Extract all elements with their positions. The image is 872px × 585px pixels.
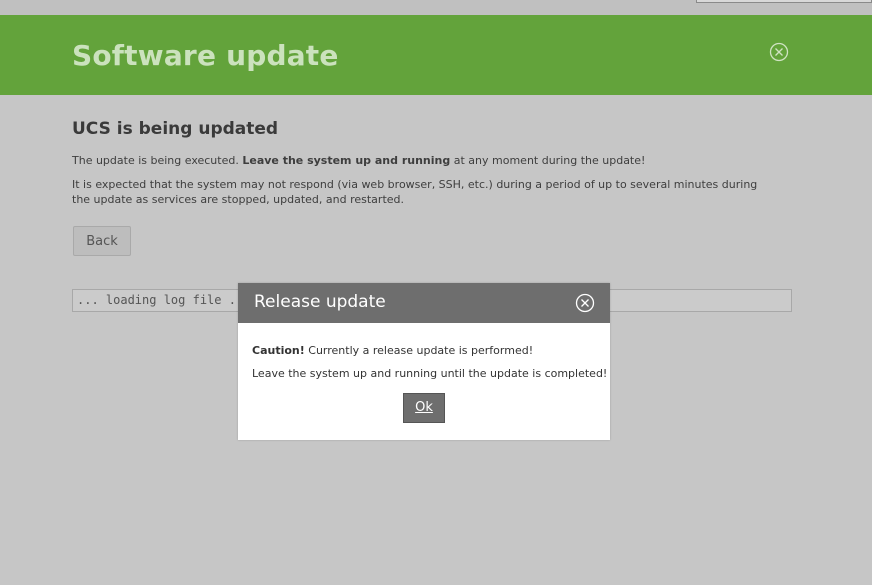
update-warning-text: It is expected that the system may not r… [72,178,758,206]
dialog-instruction-text: Leave the system up and running until th… [252,367,608,380]
page-title: Software update [72,39,339,72]
update-status-text: The update is being executed. Leave the … [72,153,772,168]
section-heading: UCS is being updated [72,119,279,139]
dialog-caution-text: Caution! Currently a release update is p… [252,344,533,357]
page-header: Software update [0,15,872,95]
status-text-end: at any moment during the update! [450,154,646,167]
caution-label: Caution! [252,344,305,357]
caution-message: Currently a release update is performed! [304,344,534,357]
back-button[interactable]: Back [73,226,131,256]
status-text-bold: Leave the system up and running [242,154,451,167]
close-icon[interactable] [769,42,789,62]
status-text-start: The update is being executed. [72,154,243,167]
ok-button[interactable]: Ok [403,393,445,423]
top-search-field[interactable] [696,0,872,3]
dialog-header: Release update [238,283,610,323]
top-bar [0,0,872,15]
dialog-close-icon[interactable] [575,293,595,313]
release-update-dialog: Release update Caution! Currently a rele… [238,283,610,440]
dialog-title: Release update [254,292,386,312]
